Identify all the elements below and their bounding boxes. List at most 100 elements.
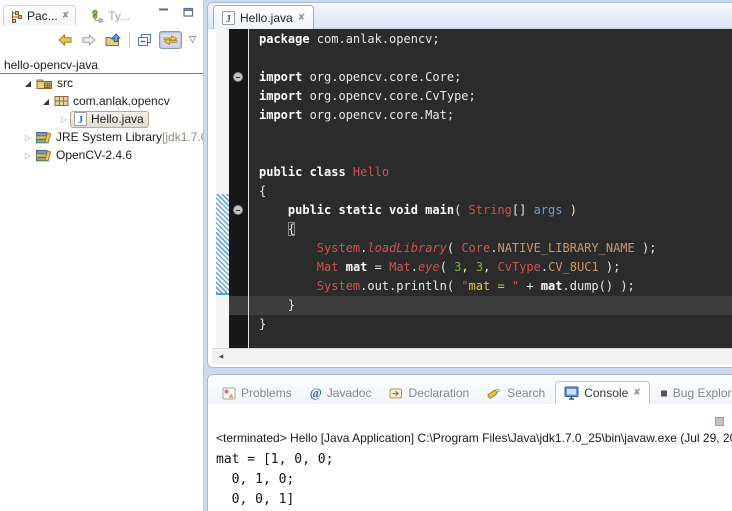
code-line-10: public static void main( String[] args ) bbox=[259, 201, 732, 220]
fold-collapse-icon[interactable] bbox=[233, 72, 243, 82]
view-tab-label: Ty... bbox=[108, 9, 130, 23]
library-icon bbox=[36, 149, 52, 162]
bottom-tab-problems[interactable]: Problems bbox=[214, 382, 300, 404]
bottom-tab-bug-explorer[interactable]: Bug Explorer bbox=[652, 382, 732, 404]
bottom-tab-declaration[interactable]: Declaration bbox=[381, 382, 477, 404]
tree-item-label: src bbox=[57, 76, 73, 90]
link-with-editor-icon bbox=[163, 34, 178, 46]
tree-item-jre-system-library[interactable]: ▷ JRE System Library [jdk1.7.0 bbox=[0, 128, 203, 146]
expanded-arrow-icon[interactable]: ◢ bbox=[40, 97, 52, 106]
go-up-button[interactable] bbox=[104, 32, 123, 48]
code-line-9: { bbox=[259, 182, 732, 201]
svg-text:J: J bbox=[78, 115, 83, 126]
java-file-icon: J bbox=[74, 112, 87, 126]
bottom-tab-javadoc[interactable]: @Javadoc bbox=[302, 382, 380, 404]
minimize-icon bbox=[158, 7, 169, 17]
close-icon[interactable]: ✘ bbox=[633, 388, 641, 398]
type-hierarchy-icon bbox=[91, 9, 104, 23]
code-line-2 bbox=[259, 49, 732, 68]
collapse-all-icon bbox=[137, 33, 152, 47]
tree-item-label: JRE System Library bbox=[56, 130, 162, 144]
back-button[interactable] bbox=[56, 32, 74, 48]
declaration-icon bbox=[389, 387, 403, 400]
bottom-tab-label: Console bbox=[584, 386, 628, 400]
view-menu-button[interactable]: ▽ bbox=[188, 39, 197, 41]
package-icon bbox=[54, 95, 69, 107]
tree-item-com-anlak-opencv[interactable]: ◢ com.anlak.opencv bbox=[0, 92, 203, 110]
console-output[interactable]: mat = [1, 0, 0; 0, 1, 0; 0, 0, 1] bbox=[216, 450, 732, 510]
selected-tree-item: J Hello.java bbox=[70, 111, 149, 128]
bottom-view-panel: Problems@JavadocDeclaration Search Console… bbox=[207, 374, 732, 511]
editor-tab-bar: J Hello.java ✘ bbox=[208, 3, 732, 29]
view-tab-ty[interactable]: Ty... bbox=[84, 5, 137, 26]
toolbar-separator bbox=[129, 32, 130, 48]
tree-item-project[interactable]: hello-opencv-java bbox=[0, 56, 203, 74]
up-folder-icon bbox=[105, 33, 122, 47]
scroll-left-arrow-icon[interactable]: ◂ bbox=[214, 350, 228, 364]
code-line-6 bbox=[259, 125, 732, 144]
code-line-4: import org.opencv.core.CvType; bbox=[259, 87, 732, 106]
bottom-tab-console[interactable]: Console ✘ bbox=[555, 381, 650, 404]
code-area[interactable]: package com.anlak.opencv; import org.open… bbox=[249, 29, 732, 348]
view-window-buttons bbox=[157, 6, 195, 18]
bug-square-icon bbox=[660, 389, 668, 398]
view-tab-label: Pac... bbox=[27, 9, 58, 23]
collapsed-arrow-icon[interactable]: ▷ bbox=[58, 115, 70, 124]
package-explorer-icon bbox=[10, 10, 23, 23]
code-line-14: System.out.println( "mat = " + mat.dump(… bbox=[259, 277, 732, 296]
tree-item-src[interactable]: ◢ src bbox=[0, 74, 203, 92]
horizontal-scrollbar[interactable]: ◂ bbox=[212, 348, 732, 364]
minimize-button[interactable] bbox=[157, 6, 170, 18]
bottom-tab-label: Bug Explorer bbox=[673, 386, 732, 400]
method-range-indicator bbox=[216, 194, 229, 295]
maximize-icon bbox=[183, 7, 194, 17]
collapsed-arrow-icon[interactable]: ▷ bbox=[22, 133, 34, 142]
editor-content: package com.anlak.opencv; import org.open… bbox=[208, 29, 732, 348]
bottom-tab-label: Search bbox=[507, 386, 545, 400]
maximize-button[interactable] bbox=[182, 6, 195, 18]
collapse-all-button[interactable] bbox=[136, 32, 153, 48]
view-tab-pac[interactable]: Pac... ✘ bbox=[3, 5, 76, 26]
current-line-gutter-highlight bbox=[229, 296, 248, 315]
project-tree: hello-opencv-java ◢src◢com.anlak.opencv▷… bbox=[0, 56, 203, 164]
problems-icon bbox=[222, 387, 236, 400]
collapsed-arrow-icon[interactable]: ▷ bbox=[22, 151, 34, 160]
fold-collapse-icon[interactable] bbox=[233, 205, 243, 215]
tree-item-label: Hello.java bbox=[91, 112, 144, 126]
package-explorer-tab-bar: Pac... ✘ Ty... bbox=[3, 2, 137, 26]
package-folder-icon bbox=[36, 77, 53, 90]
bottom-tab-bar: Problems@JavadocDeclaration Search Console… bbox=[208, 375, 732, 404]
link-with-editor-button[interactable] bbox=[159, 31, 182, 49]
folding-gutter bbox=[229, 29, 248, 348]
code-line-8: public class Hello bbox=[259, 163, 732, 182]
editor-tab-hello-java[interactable]: J Hello.java ✘ bbox=[213, 5, 314, 29]
console-view: <terminated> Hello [Java Application] C:… bbox=[208, 404, 732, 511]
bottom-tab-label: Javadoc bbox=[327, 386, 372, 400]
expanded-arrow-icon[interactable]: ◢ bbox=[22, 79, 34, 88]
tree-item-opencv-2-4-6[interactable]: ▷ OpenCV-2.4.6 bbox=[0, 146, 203, 164]
editor-tab-label: Hello.java bbox=[240, 11, 293, 25]
close-icon[interactable]: ✘ bbox=[298, 13, 306, 23]
library-icon bbox=[36, 131, 52, 144]
tree-item-decorator: [jdk1.7.0 bbox=[162, 130, 203, 144]
code-line-15: } bbox=[249, 296, 732, 315]
code-line-5: import org.opencv.core.Mat; bbox=[259, 106, 732, 125]
bottom-tab-search[interactable]: Search bbox=[479, 382, 553, 404]
code-line-13: Mat mat = Mat.eye( 3, 3, CvType.CV_8UC1 … bbox=[259, 258, 732, 277]
code-line-12: System.loadLibrary( Core.NATIVE_LIBRARY_… bbox=[259, 239, 732, 258]
java-file-icon: J bbox=[222, 11, 235, 25]
annotation-ruler bbox=[216, 29, 229, 348]
console-output-line: mat = [1, 0, 0; bbox=[216, 450, 732, 470]
back-arrow-icon bbox=[57, 33, 73, 47]
console-output-line: 0, 0, 1] bbox=[216, 490, 732, 510]
code-line-1: package com.anlak.opencv; bbox=[259, 30, 732, 49]
forward-button[interactable] bbox=[80, 32, 98, 48]
tree-item-label: OpenCV-2.4.6 bbox=[56, 148, 132, 162]
console-toolbar-button[interactable] bbox=[715, 417, 724, 426]
close-icon[interactable]: ✘ bbox=[62, 11, 70, 21]
code-line-16: } bbox=[259, 315, 732, 334]
tree-item-label: com.anlak.opencv bbox=[73, 94, 170, 108]
tree-item-hello-java[interactable]: ▷ J Hello.java bbox=[0, 110, 203, 128]
code-line-7 bbox=[259, 144, 732, 163]
console-output-line: 0, 1, 0; bbox=[216, 470, 732, 490]
